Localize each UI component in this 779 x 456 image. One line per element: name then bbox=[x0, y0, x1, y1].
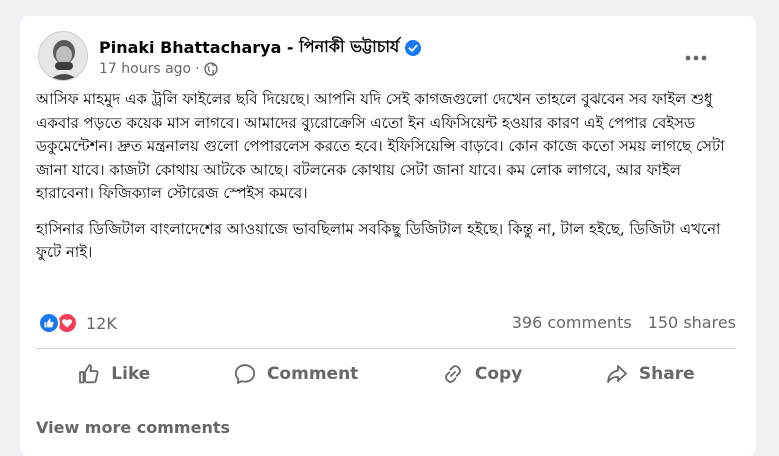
post-actions-bar: Like Comment Copy Share bbox=[36, 352, 736, 400]
author-name-line[interactable]: Pinaki Bhattacharya - পিনাকী ভট্টাচার্য bbox=[99, 34, 422, 61]
author-name-separator: - bbox=[281, 38, 300, 57]
globe-icon[interactable] bbox=[203, 62, 218, 76]
comment-icon bbox=[234, 364, 256, 384]
avatar-photo bbox=[39, 32, 87, 80]
shares-count[interactable]: 150 shares bbox=[648, 313, 736, 332]
verified-badge-icon bbox=[405, 39, 422, 56]
like-button[interactable]: Like bbox=[59, 352, 168, 396]
reaction-count[interactable]: 12K bbox=[86, 314, 117, 333]
more-options-button[interactable] bbox=[682, 48, 710, 68]
share-icon bbox=[607, 365, 627, 383]
copy-label: Copy bbox=[474, 364, 523, 384]
more-horizontal-icon bbox=[685, 55, 707, 61]
reactions-summary[interactable]: 12K bbox=[38, 312, 117, 334]
post-meta: 17 hours ago · bbox=[99, 61, 218, 77]
author-avatar[interactable] bbox=[38, 31, 88, 81]
engagement-counts: 396 comments 150 shares bbox=[512, 313, 736, 332]
author-name-en[interactable]: Pinaki Bhattacharya bbox=[99, 38, 281, 57]
meta-dot: · bbox=[195, 61, 200, 77]
share-label: Share bbox=[638, 364, 695, 384]
post-header: Pinaki Bhattacharya - পিনাকী ভট্টাচার্য … bbox=[38, 28, 738, 84]
post-card: Pinaki Bhattacharya - পিনাকী ভট্টাচার্য … bbox=[20, 16, 756, 456]
post-stats: 12K 396 comments 150 shares bbox=[36, 312, 736, 336]
like-icon bbox=[79, 364, 99, 384]
post-paragraph-2: হাসিনার ডিজিটাল বাংলাদেশের আওয়াজে ভাবছি… bbox=[36, 219, 721, 262]
comment-button[interactable]: Comment bbox=[215, 352, 376, 396]
post-timestamp[interactable]: 17 hours ago bbox=[99, 61, 191, 77]
author-name-bn[interactable]: পিনাকী ভট্টাচার্য bbox=[299, 34, 399, 61]
like-label: Like bbox=[111, 364, 151, 384]
view-more-comments-link[interactable]: View more comments bbox=[36, 418, 230, 437]
stats-divider bbox=[36, 348, 736, 349]
copy-button[interactable]: Copy bbox=[423, 352, 540, 396]
like-reaction-icon bbox=[38, 312, 60, 334]
link-icon bbox=[445, 365, 461, 383]
comments-count[interactable]: 396 comments bbox=[512, 313, 632, 332]
comment-label: Comment bbox=[266, 364, 359, 384]
post-body: আসিফ মাহমুদ এক ট্রলি ফাইলের ছবি দিয়েছে।… bbox=[36, 88, 736, 277]
share-button[interactable]: Share bbox=[587, 352, 713, 396]
post-paragraph-1: আসিফ মাহমুদ এক ট্রলি ফাইলের ছবি দিয়েছে।… bbox=[36, 90, 725, 202]
